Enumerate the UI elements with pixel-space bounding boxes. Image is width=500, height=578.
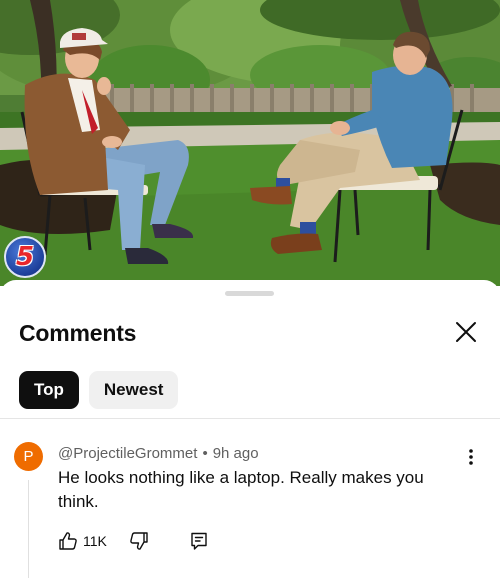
thumbs-up-icon — [59, 532, 77, 550]
drag-handle[interactable] — [225, 291, 274, 296]
comment-menu-button[interactable] — [461, 447, 481, 467]
dislike-button[interactable] — [129, 531, 149, 551]
avatar-letter: P — [23, 448, 34, 465]
divider — [0, 418, 500, 419]
comment-meta: @ProjectileGrommet • 9h ago — [58, 445, 259, 462]
thread-line — [28, 480, 29, 578]
meta-separator: • — [202, 445, 208, 462]
channel-logo[interactable]: 5 — [4, 236, 46, 278]
thumbs-down-icon — [130, 532, 148, 550]
comments-sheet: Comments Top Newest P @ProjectileGrommet… — [0, 280, 500, 578]
sort-tabs: Top Newest — [19, 371, 179, 409]
close-icon — [456, 322, 476, 342]
comment-author[interactable]: @ProjectileGrommet — [58, 445, 197, 462]
reply-button[interactable] — [189, 531, 209, 551]
comment-time: 9h ago — [212, 445, 259, 462]
avatar[interactable]: P — [14, 442, 43, 471]
tab-top[interactable]: Top — [19, 371, 79, 409]
like-button[interactable]: 11K — [58, 531, 107, 551]
more-vertical-icon — [469, 449, 473, 465]
like-count: 11K — [83, 533, 107, 549]
tab-newest[interactable]: Newest — [88, 371, 179, 409]
close-button[interactable] — [452, 318, 480, 346]
comments-title: Comments — [19, 320, 137, 346]
comment-text: He looks nothing like a laptop. Really m… — [58, 468, 424, 511]
video-frame — [0, 0, 500, 286]
reply-icon — [191, 532, 207, 550]
comment-actions: 11K — [58, 530, 209, 552]
channel-logo-text: 5 — [15, 242, 35, 272]
video-player[interactable]: 5 — [0, 0, 500, 286]
